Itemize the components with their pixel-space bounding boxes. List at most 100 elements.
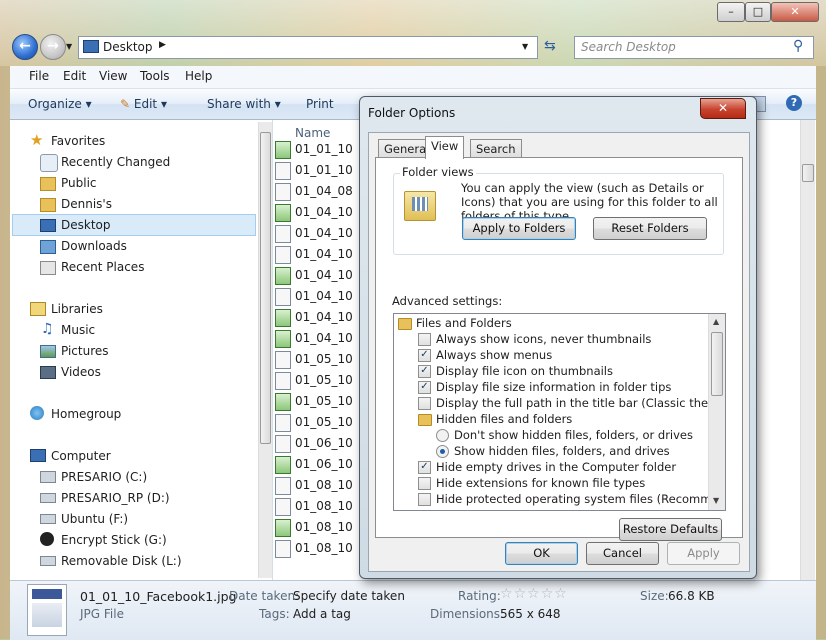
nav-public[interactable]: Public [61,174,97,192]
file-row[interactable]: 01_08_10 [275,539,353,558]
file-row[interactable]: 01_04_10 [275,329,353,348]
file-list-scrollbar-thumb[interactable] [802,164,814,182]
file-row[interactable]: 01_05_10 [275,413,353,432]
nav-recent-places[interactable]: Recent Places [61,258,144,276]
file-row[interactable]: 01_04_10 [275,224,353,243]
breadcrumb-chevron-icon[interactable]: ▶ [159,40,166,50]
nav-downloads[interactable]: Downloads [61,237,127,255]
nav-desktop[interactable]: Desktop [61,216,111,234]
recent-pages-dropdown[interactable]: ▼ [66,42,72,51]
file-row[interactable]: 01_05_10 [275,350,353,369]
help-icon[interactable]: ? [786,95,802,111]
menu-file[interactable]: File [29,69,49,83]
close-button[interactable]: ✕ [771,2,819,22]
checkbox[interactable]: ✓ [418,349,431,362]
star-icon[interactable]: ☆ [514,586,528,602]
nav-scrollbar[interactable] [258,122,272,578]
nav-favorites[interactable]: Favorites [51,132,105,150]
minimize-button[interactable]: – [717,2,745,22]
tab-search[interactable]: Search [470,139,522,159]
ok-button[interactable]: OK [505,542,578,565]
menu-help[interactable]: Help [185,69,212,83]
search-icon[interactable]: ⚲ [793,38,803,54]
checkbox[interactable] [418,397,431,410]
file-row[interactable]: 01_04_10 [275,266,353,285]
tags-value[interactable]: Add a tag [293,607,351,621]
share-with-button[interactable]: Share with ▾ [207,97,281,111]
file-row[interactable]: 01_08_10 [275,476,353,495]
file-row[interactable]: 01_04_10 [275,245,353,264]
address-bar[interactable]: Desktop ▶ [78,36,538,59]
nav-music[interactable]: Music [61,321,95,339]
nav-dennis[interactable]: Dennis's [61,195,112,213]
star-icon[interactable]: ☆ [527,586,541,602]
libraries-icon [30,302,46,316]
nav-scrollbar-thumb[interactable] [260,132,271,444]
file-row[interactable]: 01_06_10 [275,455,353,474]
nav-pictures[interactable]: Pictures [61,342,109,360]
tab-view[interactable]: View [425,136,465,159]
file-row[interactable]: 01_04_10 [275,203,353,222]
file-row[interactable]: 01_04_08 [275,182,353,201]
dialog-close-button[interactable]: ✕ [700,98,746,119]
menu-view[interactable]: View [99,69,127,83]
file-row[interactable]: 01_05_10 [275,392,353,411]
checkbox[interactable]: ✓ [418,461,431,474]
nav-recently-changed[interactable]: Recently Changed [61,153,170,171]
radio-button[interactable] [436,445,449,458]
reset-folders-button[interactable]: Reset Folders [593,217,707,240]
nav-drive-c[interactable]: PRESARIO (C:) [61,468,147,486]
checkbox[interactable]: ✓ [418,381,431,394]
file-row[interactable]: 01_08_10 [275,497,353,516]
nav-drive-d[interactable]: PRESARIO_RP (D:) [61,489,170,507]
file-row[interactable]: 01_08_10 [275,518,353,537]
file-row[interactable]: 01_05_10 [275,371,353,390]
nav-computer[interactable]: Computer [51,447,111,465]
star-icon[interactable]: ☆ [541,586,555,602]
checkbox[interactable] [418,333,431,346]
setting-label: Display the full path in the title bar (… [436,396,725,410]
nav-homegroup[interactable]: Homegroup [51,405,121,423]
nav-drive-f[interactable]: Ubuntu (F:) [61,510,128,528]
file-row[interactable]: 01_01_10 [275,161,353,180]
advanced-settings-scrollbar[interactable]: ▲ ▼ [708,314,725,510]
nav-drive-l[interactable]: Removable Disk (L:) [61,552,182,570]
star-icon[interactable]: ☆ [554,586,568,602]
organize-button[interactable]: Organize ▾ [28,97,92,111]
file-row[interactable]: 01_04_10 [275,287,353,306]
date-taken-value[interactable]: Specify date taken [293,589,405,603]
back-button[interactable]: ← [12,34,38,60]
apply-button[interactable]: Apply [667,542,740,565]
rating-stars[interactable]: ☆☆☆☆☆ [500,586,568,602]
radio-button[interactable] [436,429,449,442]
restore-defaults-button[interactable]: Restore Defaults [619,518,722,541]
search-input[interactable]: Search Desktop [581,40,676,54]
checkbox[interactable]: ✓ [418,365,431,378]
menu-edit[interactable]: Edit [63,69,86,83]
star-icon[interactable]: ☆ [500,586,514,602]
scroll-up-icon[interactable]: ▲ [713,317,719,326]
file-row[interactable]: 01_04_10 [275,308,353,327]
file-row[interactable]: 01_06_10 [275,434,353,453]
checkbox[interactable] [418,493,431,506]
nav-videos[interactable]: Videos [61,363,101,381]
edit-button[interactable]: ✎ Edit ▾ [120,97,167,111]
search-box[interactable]: Search Desktop ⚲ [574,36,814,59]
cancel-button[interactable]: Cancel [586,542,659,565]
scroll-down-icon[interactable]: ▼ [713,496,719,505]
apply-to-folders-button[interactable]: Apply to Folders [462,217,576,240]
refresh-icon[interactable]: ⇆ [544,38,556,54]
nav-drive-g[interactable]: Encrypt Stick (G:) [61,531,167,549]
menu-tools[interactable]: Tools [140,69,170,83]
forward-button[interactable]: → [40,34,66,60]
print-button[interactable]: Print [306,97,334,111]
maximize-button[interactable]: □ [745,2,771,22]
advanced-scrollbar-thumb[interactable] [711,332,723,396]
file-row[interactable]: 01_01_10 [275,140,353,159]
checkbox[interactable] [418,477,431,490]
column-header-name[interactable]: Name [295,126,330,140]
nav-libraries[interactable]: Libraries [51,300,103,318]
advanced-settings-list[interactable]: Files and Folders Always show icons, neve… [393,313,726,511]
file-list-scrollbar[interactable] [800,120,815,580]
address-dropdown[interactable]: ▼ [522,42,528,51]
